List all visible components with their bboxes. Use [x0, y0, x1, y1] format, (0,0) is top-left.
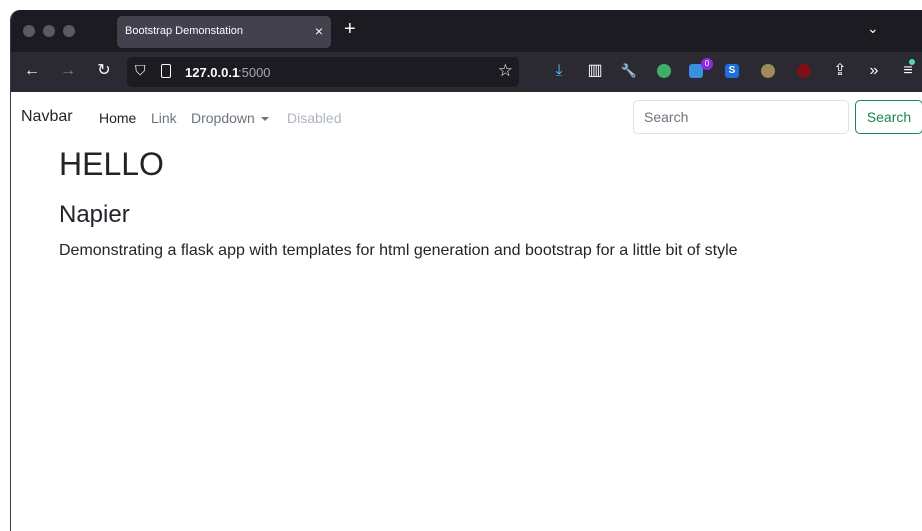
url-host: 127.0.0.1 [185, 65, 240, 80]
nav-toolbar: ← → ↻ ⛉ 127.0.0.1 :5000 ☆ ⤓ ▥ 🔧 0 S ⇪ » … [11, 52, 922, 92]
tracking-shield-icon[interactable]: ⛉ [135, 62, 146, 79]
update-dot [909, 59, 915, 65]
extension-badge: 0 [701, 58, 713, 70]
tab-bootstrap-demonstation[interactable]: Bootstrap Demonstation × [117, 16, 331, 48]
reader-view-icon[interactable]: ▥ [584, 61, 606, 81]
url-bar[interactable]: ⛉ 127.0.0.1 :5000 ☆ [127, 57, 519, 87]
nav-link-link[interactable]: Link [151, 110, 177, 126]
reload-icon[interactable]: ↻ [93, 61, 115, 81]
zoom-window-button[interactable] [63, 25, 75, 37]
browser-window: Bootstrap Demonstation × + ⌄ ← → ↻ ⛉ 127… [10, 10, 922, 531]
search-input[interactable] [633, 100, 849, 134]
page-description: Demonstrating a flask app with templates… [59, 242, 738, 259]
extensions-icon[interactable]: ⇪ [829, 61, 851, 81]
s-extension-icon[interactable]: S [725, 64, 739, 78]
back-icon[interactable]: ← [21, 61, 43, 81]
tab-close-icon[interactable]: × [315, 22, 323, 40]
search-button[interactable]: Search [855, 100, 922, 134]
list-all-tabs-icon[interactable]: ⌄ [867, 20, 879, 37]
page-heading: HELLO [59, 146, 164, 182]
page-info-icon[interactable] [161, 64, 171, 78]
overflow-menu-icon[interactable]: » [863, 61, 885, 81]
nav-dropdown[interactable]: Dropdown [191, 110, 269, 128]
nav-link-disabled: Disabled [287, 110, 342, 126]
downloads-icon[interactable]: ⤓ [548, 61, 570, 81]
tab-title: Bootstrap Demonstation [125, 25, 244, 37]
caret-down-icon [260, 117, 269, 121]
tools-wrench-icon[interactable]: 🔧 [618, 61, 640, 81]
page-subheading: Napier [59, 201, 130, 228]
wallet-extension-icon[interactable] [761, 64, 775, 78]
bookmark-star-icon[interactable]: ☆ [498, 61, 513, 81]
ublock-origin-icon[interactable] [797, 64, 811, 78]
navbar-brand[interactable]: Navbar [21, 108, 73, 126]
app-menu-icon[interactable]: ≡ [897, 61, 919, 81]
new-tab-icon[interactable]: + [344, 19, 356, 39]
close-window-button[interactable] [23, 25, 35, 37]
url-port: :5000 [238, 65, 271, 80]
page-viewport: Navbar Home Link Dropdown Disabled Searc… [11, 92, 922, 531]
nav-link-home[interactable]: Home [99, 110, 136, 126]
minimize-window-button[interactable] [43, 25, 55, 37]
forward-icon[interactable]: → [57, 61, 79, 81]
tab-strip: Bootstrap Demonstation × + ⌄ [11, 10, 922, 52]
sync-extension-icon[interactable] [657, 64, 671, 78]
nav-link-dropdown[interactable]: Dropdown [191, 110, 255, 126]
